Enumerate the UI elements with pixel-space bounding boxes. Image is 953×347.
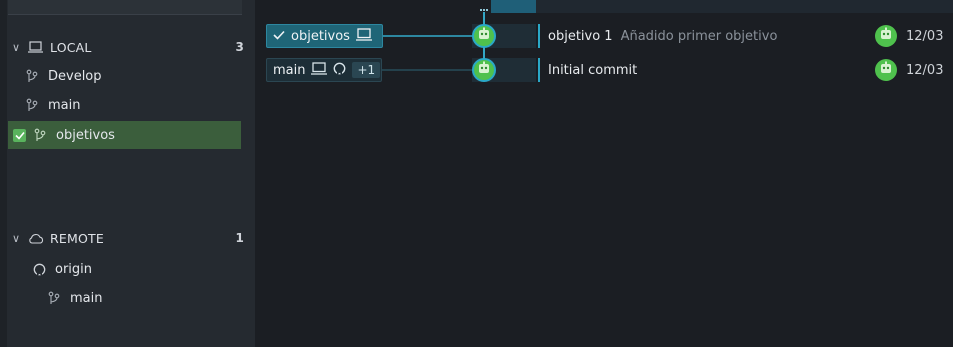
laptop-icon xyxy=(311,61,328,79)
sidebar-item-main[interactable]: main xyxy=(8,91,241,119)
commit-title: objetivo 1 xyxy=(548,28,613,44)
branch-label-text: objetivos xyxy=(291,28,350,44)
branch-icon xyxy=(26,98,40,112)
robot-avatar-icon xyxy=(477,27,491,45)
branch-connector-objetivos xyxy=(383,35,475,37)
graph-header-accent xyxy=(491,0,536,13)
commit-date: 12/03 xyxy=(906,28,944,44)
branch-icon xyxy=(26,69,40,83)
commit-title: Initial commit xyxy=(548,62,638,78)
branch-connector-main xyxy=(382,69,475,71)
branch-label-main[interactable]: main +1 xyxy=(266,58,382,82)
section-header-local[interactable]: ∨ LOCAL 3 xyxy=(12,34,244,60)
robot-avatar-icon xyxy=(477,61,491,79)
branch-icon xyxy=(48,291,62,305)
chevron-down-icon[interactable]: ∨ xyxy=(12,41,28,54)
branch-icon xyxy=(34,128,48,142)
more-refs-badge[interactable]: +1 xyxy=(352,62,381,78)
local-branch-count: 3 xyxy=(235,40,244,54)
commit-graph-panel: objetivos main +1 objetivo 1 Añadido pri… xyxy=(255,0,953,347)
commit-row-2[interactable]: Initial commit xyxy=(548,58,637,82)
checkmark-icon xyxy=(273,29,285,44)
branch-label-objetivos[interactable]: objetivos xyxy=(266,24,383,48)
commit-date: 12/03 xyxy=(906,62,944,78)
sidebar-item-origin-main[interactable]: main xyxy=(8,284,241,312)
sidebar-filter-input[interactable] xyxy=(8,0,242,15)
sidebar-item-label: objetivos xyxy=(56,127,115,143)
author-avatar[interactable] xyxy=(875,59,897,81)
graph-lane-top-dots xyxy=(480,9,488,15)
selected-row-indicator xyxy=(538,24,540,48)
sidebar-item-objetivos[interactable]: objetivos xyxy=(8,121,241,149)
graph-header-bar xyxy=(491,0,953,13)
selected-row-indicator xyxy=(538,58,540,82)
laptop-icon xyxy=(28,41,46,53)
sidebar-edge xyxy=(0,0,7,347)
commit-node-avatar[interactable] xyxy=(472,24,496,48)
commit-row-1[interactable]: objetivo 1 Añadido primer objetivo xyxy=(548,24,777,48)
commit-node-avatar[interactable] xyxy=(472,58,496,82)
author-avatar[interactable] xyxy=(875,25,897,47)
sidebar-item-label: Develop xyxy=(48,68,102,84)
laptop-icon xyxy=(355,27,372,45)
robot-avatar-icon xyxy=(879,61,893,79)
branch-label-text: main xyxy=(273,62,306,78)
left-sidebar: ∨ LOCAL 3 Develop main objetivos ∨ REMOT… xyxy=(0,0,255,347)
sidebar-item-origin[interactable]: origin xyxy=(8,255,241,283)
section-header-remote[interactable]: ∨ REMOTE 1 xyxy=(12,225,244,251)
section-label-local: LOCAL xyxy=(50,39,92,55)
chevron-down-icon[interactable]: ∨ xyxy=(12,232,28,245)
sidebar-item-label: main xyxy=(48,97,81,113)
remote-count: 1 xyxy=(235,231,244,245)
github-icon xyxy=(333,62,346,79)
cloud-icon xyxy=(28,233,46,244)
checked-checkbox-icon[interactable] xyxy=(13,128,26,142)
sidebar-item-label: main xyxy=(70,290,103,306)
robot-avatar-icon xyxy=(879,27,893,45)
section-label-remote: REMOTE xyxy=(50,230,104,246)
commit-description: Añadido primer objetivo xyxy=(620,28,778,44)
sidebar-item-label: origin xyxy=(55,261,93,277)
github-icon xyxy=(33,263,47,276)
sidebar-item-develop[interactable]: Develop xyxy=(8,62,241,90)
